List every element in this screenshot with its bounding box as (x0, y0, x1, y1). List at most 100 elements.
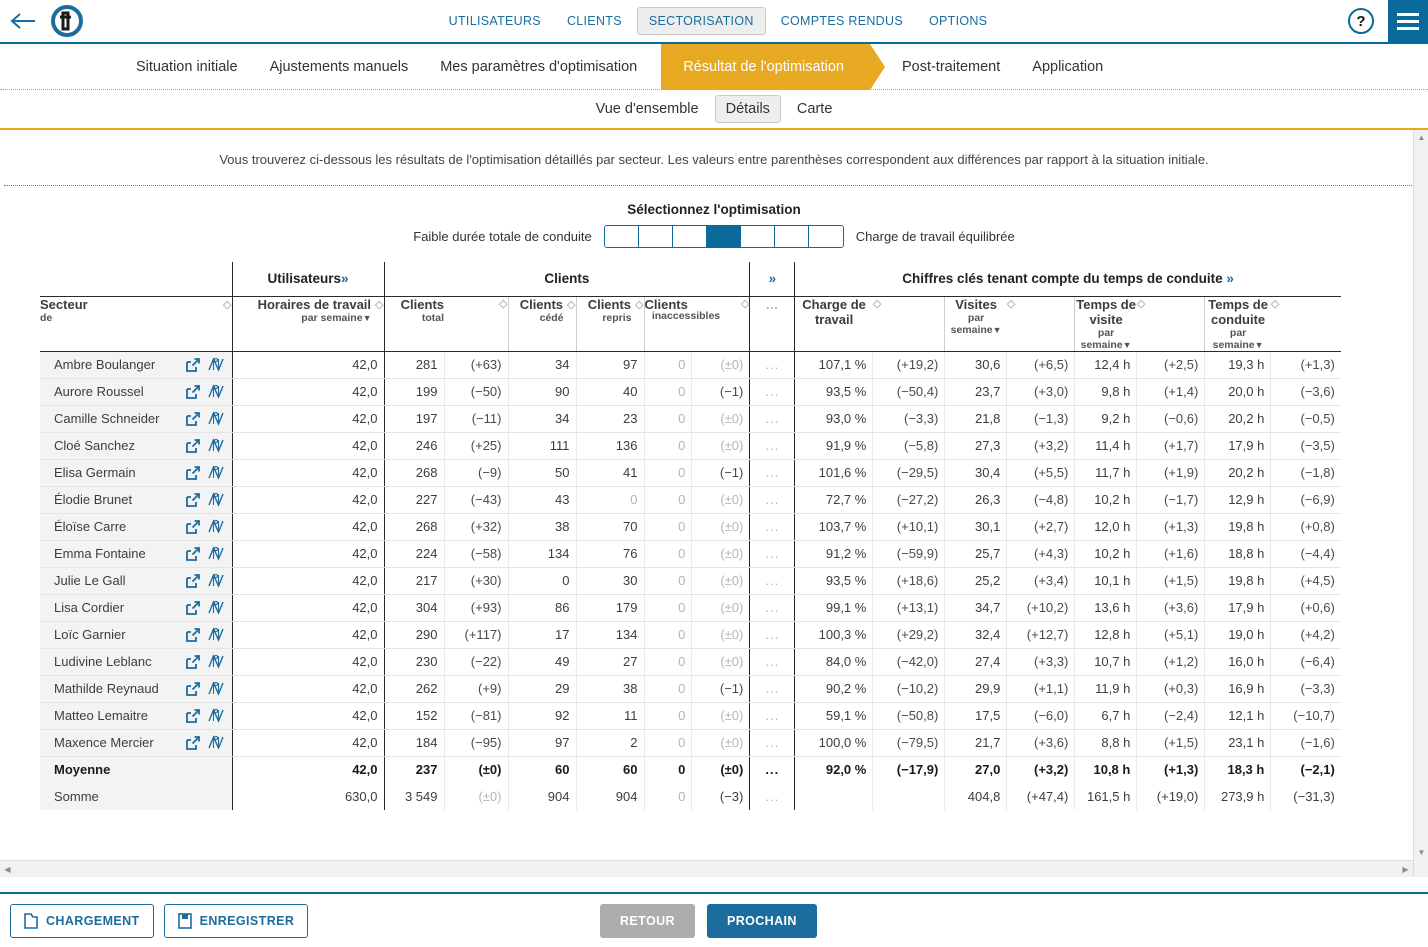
external-link-icon[interactable] (185, 546, 200, 561)
nav-item-comptes-rendus[interactable]: COMPTES RENDUS (770, 8, 914, 34)
cell-more[interactable]: ... (749, 486, 796, 514)
optimizer-segment-7[interactable] (808, 226, 843, 247)
sort-icon-charge[interactable]: ◇ (873, 297, 881, 310)
map-icon[interactable] (207, 357, 224, 372)
cell-more[interactable]: ... (749, 621, 796, 649)
tab-carte[interactable]: Carte (787, 96, 842, 122)
sort-icon-cede[interactable]: ◇ (567, 298, 575, 311)
col-clients-cede[interactable]: Clients ◇ cédé (508, 296, 577, 352)
cell-secteur[interactable]: Élodie Brunet (40, 486, 233, 514)
table-row[interactable]: Mathilde Reynaud 42,0 262 (+9) 29 38 0 (−1)... 9… (40, 675, 1341, 703)
col-clients-inaccessibles[interactable]: Clients (644, 296, 692, 352)
cell-secteur[interactable]: Elisa Germain (40, 459, 233, 487)
optimizer-segment-1[interactable] (604, 226, 639, 247)
tab-details[interactable]: Détails (714, 95, 781, 123)
sort-icon-inaccessibles[interactable]: ◇ (741, 297, 749, 310)
sort-icon-temps-conduite[interactable]: ◇ (1271, 297, 1279, 310)
table-row[interactable]: Aurore Roussel 42,0 199 (−50) 90 40 0 (−1)... 93… (40, 378, 1341, 406)
col-more-clients[interactable]: … (749, 296, 796, 352)
map-icon[interactable] (207, 627, 224, 642)
scroll-left-icon[interactable]: ◀ (0, 865, 15, 874)
nav-item-sectorisation[interactable]: SECTORISATION (636, 7, 766, 35)
expand-chiffres-icon[interactable]: » (1226, 271, 1234, 286)
map-icon[interactable] (207, 681, 224, 696)
col-clients-total-delta[interactable]: ◇ (444, 296, 509, 352)
group-clients-expand[interactable]: » (749, 262, 796, 297)
retour-button[interactable]: RETOUR (600, 903, 695, 938)
chevron-down-icon-horaires[interactable]: ▼ (363, 313, 372, 323)
cell-more[interactable]: ... (749, 513, 796, 541)
external-link-icon[interactable] (185, 438, 200, 453)
external-link-icon[interactable] (185, 519, 200, 534)
table-row[interactable]: Maxence Mercier 42,0 184 (−95) 97 2 0 (±0)... 10… (40, 729, 1341, 757)
cell-secteur[interactable]: Loïc Garnier (40, 621, 233, 649)
expand-utilisateurs-icon[interactable]: » (341, 271, 349, 286)
cell-more[interactable]: ... (749, 567, 796, 595)
chargement-button[interactable]: CHARGEMENT (10, 903, 154, 938)
help-icon[interactable]: ? (1348, 8, 1374, 34)
external-link-icon[interactable] (185, 384, 200, 399)
prochain-button[interactable]: PROCHAIN (706, 903, 817, 938)
sort-icon-clients-total[interactable]: ◇ (499, 297, 507, 310)
table-row[interactable]: Élodie Brunet 42,0 227 (−43) 43 0 0 (±0)... 72,7… (40, 486, 1341, 514)
cell-secteur[interactable]: Matteo Lemaitre (40, 702, 233, 730)
map-icon[interactable] (207, 654, 224, 669)
stage-mes-parametres[interactable]: Mes paramètres d'optimisation (424, 44, 653, 90)
stage-resultat-optimisation[interactable]: Résultat de l'optimisation (646, 43, 885, 90)
sort-icon-visites[interactable]: ◇ (1007, 297, 1015, 310)
map-icon[interactable] (207, 708, 224, 723)
map-icon[interactable] (207, 492, 224, 507)
table-row[interactable]: Lisa Cordier 42,0 304 (+93) 86 179 0 (±0)... 99,… (40, 594, 1341, 622)
cell-more[interactable]: ... (749, 729, 796, 757)
map-icon[interactable] (207, 600, 224, 615)
map-icon[interactable] (207, 735, 224, 750)
external-link-icon[interactable] (185, 681, 200, 696)
enregistrer-button[interactable]: ENREGISTRER (163, 903, 309, 938)
optimizer-segment-3[interactable] (672, 226, 707, 247)
vertical-scrollbar[interactable]: ▲ ▼ (1413, 130, 1428, 877)
cell-more[interactable]: ... (749, 648, 796, 676)
cell-secteur[interactable]: Lisa Cordier (40, 594, 233, 622)
hamburger-menu-icon[interactable] (1388, 0, 1428, 43)
cell-secteur[interactable]: Camille Schneider (40, 405, 233, 433)
external-link-icon[interactable] (185, 357, 200, 372)
table-row[interactable]: Ambre Boulanger 42,0 281 (+63) 34 97 0 (±0)... 1… (40, 351, 1341, 379)
optimizer-segment-6[interactable] (774, 226, 809, 247)
col-visites[interactable]: Visites par semaine▼ (944, 296, 1007, 352)
external-link-icon[interactable] (185, 411, 200, 426)
cell-secteur[interactable]: Julie Le Gall (40, 567, 233, 595)
cell-more[interactable]: ... (749, 432, 796, 460)
col-temps-de-visite-delta[interactable]: ◇ (1136, 296, 1206, 352)
stage-situation-initiale[interactable]: Situation initiale (120, 44, 254, 90)
optimizer-segments[interactable] (603, 225, 844, 248)
cell-secteur[interactable]: Éloïse Carre (40, 513, 233, 541)
cell-more[interactable]: ... (749, 675, 796, 703)
external-link-icon[interactable] (185, 573, 200, 588)
tab-vue-densemble[interactable]: Vue d'ensemble (586, 96, 709, 122)
cell-secteur[interactable]: Mathilde Reynaud (40, 675, 233, 703)
table-row[interactable]: Loïc Garnier 42,0 290 (+117) 17 134 0 (±0)... 10… (40, 621, 1341, 649)
table-row[interactable]: Matteo Lemaitre 42,0 152 (−81) 92 11 0 (±0)... 5… (40, 702, 1341, 730)
scroll-right-icon[interactable]: ▶ (1398, 865, 1413, 874)
map-icon[interactable] (207, 519, 224, 534)
nav-item-options[interactable]: OPTIONS (918, 8, 998, 34)
col-charge-de-travail[interactable]: Charge de travail (794, 296, 873, 352)
stage-ajustements-manuels[interactable]: Ajustements manuels (254, 44, 425, 90)
optimizer-segment-2[interactable] (638, 226, 673, 247)
table-row[interactable]: Éloïse Carre 42,0 268 (+32) 38 70 0 (±0)... 103,… (40, 513, 1341, 541)
col-secteur[interactable]: Secteur ◇ de (40, 296, 233, 352)
cell-secteur[interactable]: Ambre Boulanger (40, 351, 233, 379)
group-utilisateurs[interactable]: Utilisateurs» (231, 262, 385, 297)
map-icon[interactable] (207, 465, 224, 480)
chevron-down-icon-temps-conduite[interactable]: ▼ (1255, 340, 1264, 350)
col-horaires-de-travail[interactable]: Horaires de travail ◇ par semaine▼ (232, 296, 385, 352)
horizontal-scrollbar[interactable]: ◀ ▶ (0, 860, 1413, 877)
expand-clients-icon[interactable]: » (769, 271, 777, 286)
col-temps-de-conduite-delta[interactable]: ◇ (1270, 296, 1341, 352)
cell-more[interactable]: ... (749, 378, 796, 406)
scroll-down-icon[interactable]: ▼ (1414, 845, 1428, 860)
cell-secteur[interactable]: Maxence Mercier (40, 729, 233, 757)
cell-secteur[interactable]: Cloé Sanchez (40, 432, 233, 460)
map-icon[interactable] (207, 384, 224, 399)
col-visites-delta[interactable]: ◇ (1006, 296, 1076, 352)
